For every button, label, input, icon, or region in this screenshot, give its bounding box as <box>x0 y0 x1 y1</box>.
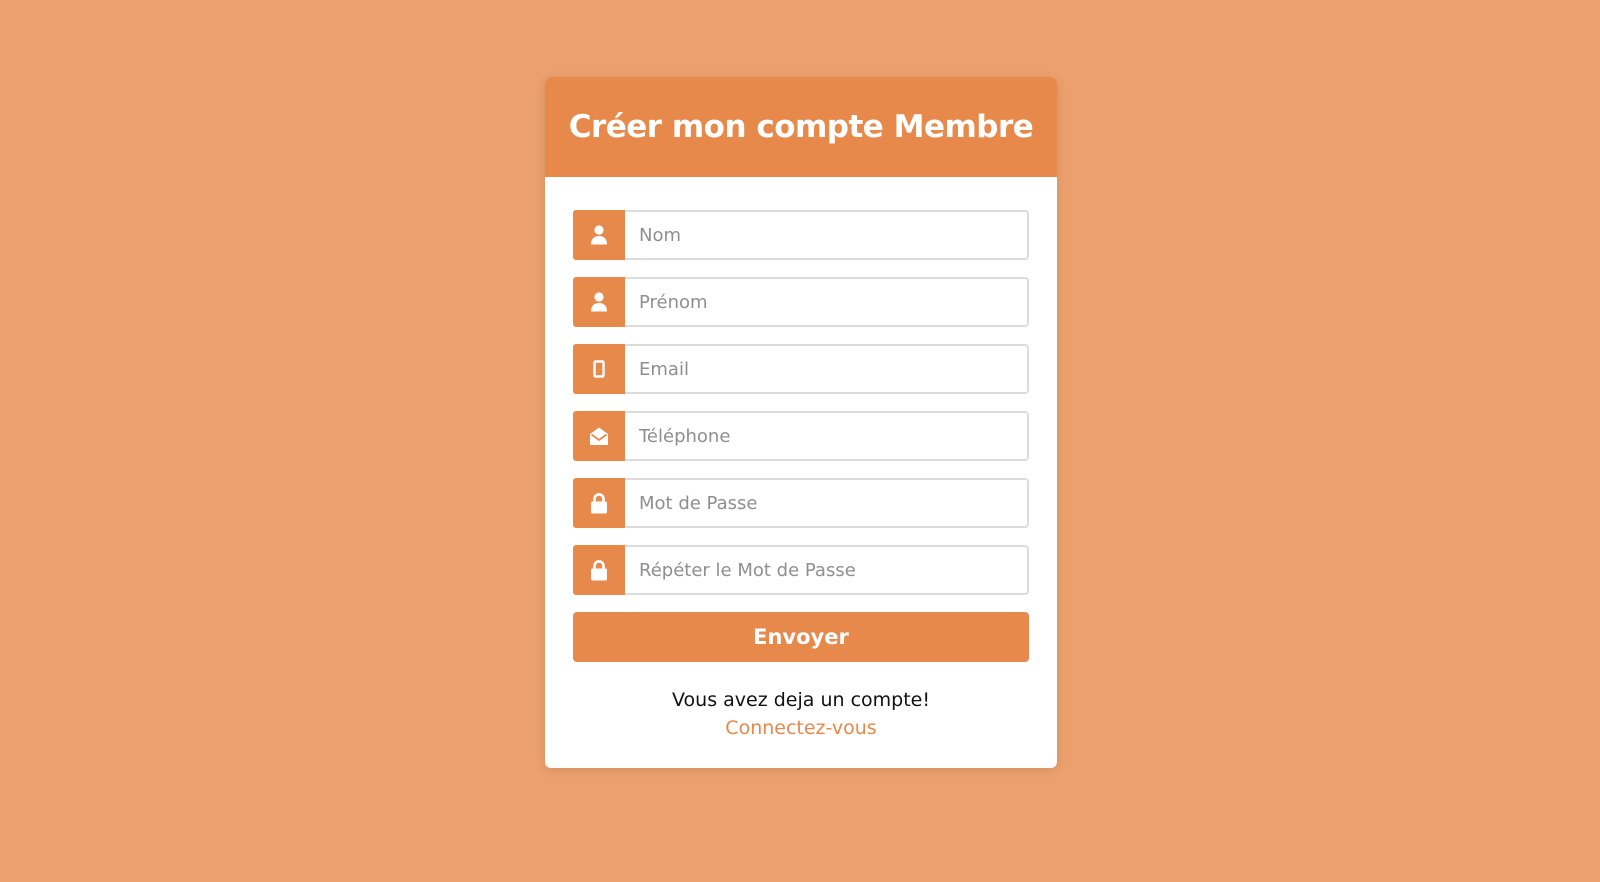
telephone-input[interactable] <box>625 411 1029 461</box>
prenom-input[interactable] <box>625 277 1029 327</box>
lock-icon <box>573 478 625 528</box>
field-telephone <box>573 411 1029 461</box>
field-password <box>573 478 1029 528</box>
mobile-phone-icon <box>573 344 625 394</box>
login-link[interactable]: Connectez-vous <box>725 714 876 742</box>
field-password-confirm <box>573 545 1029 595</box>
card-header: Créer mon compte Membre <box>545 77 1057 177</box>
user-icon <box>573 210 625 260</box>
lock-icon <box>573 545 625 595</box>
login-prompt: Vous avez deja un compte! Connectez-vous <box>573 686 1029 742</box>
email-input[interactable] <box>625 344 1029 394</box>
signup-form: Envoyer Vous avez deja un compte! Connec… <box>573 210 1029 742</box>
page-title: Créer mon compte Membre <box>568 109 1034 145</box>
password-confirm-input[interactable] <box>625 545 1029 595</box>
envelope-open-icon <box>573 411 625 461</box>
field-prenom <box>573 277 1029 327</box>
field-nom <box>573 210 1029 260</box>
login-prompt-text: Vous avez deja un compte! <box>672 689 930 711</box>
field-email <box>573 344 1029 394</box>
password-input[interactable] <box>625 478 1029 528</box>
signup-card: Créer mon compte Membre Nom Prénom Email… <box>545 77 1057 768</box>
user-icon <box>573 277 625 327</box>
nom-input[interactable] <box>625 210 1029 260</box>
submit-button[interactable]: Envoyer <box>573 612 1029 662</box>
